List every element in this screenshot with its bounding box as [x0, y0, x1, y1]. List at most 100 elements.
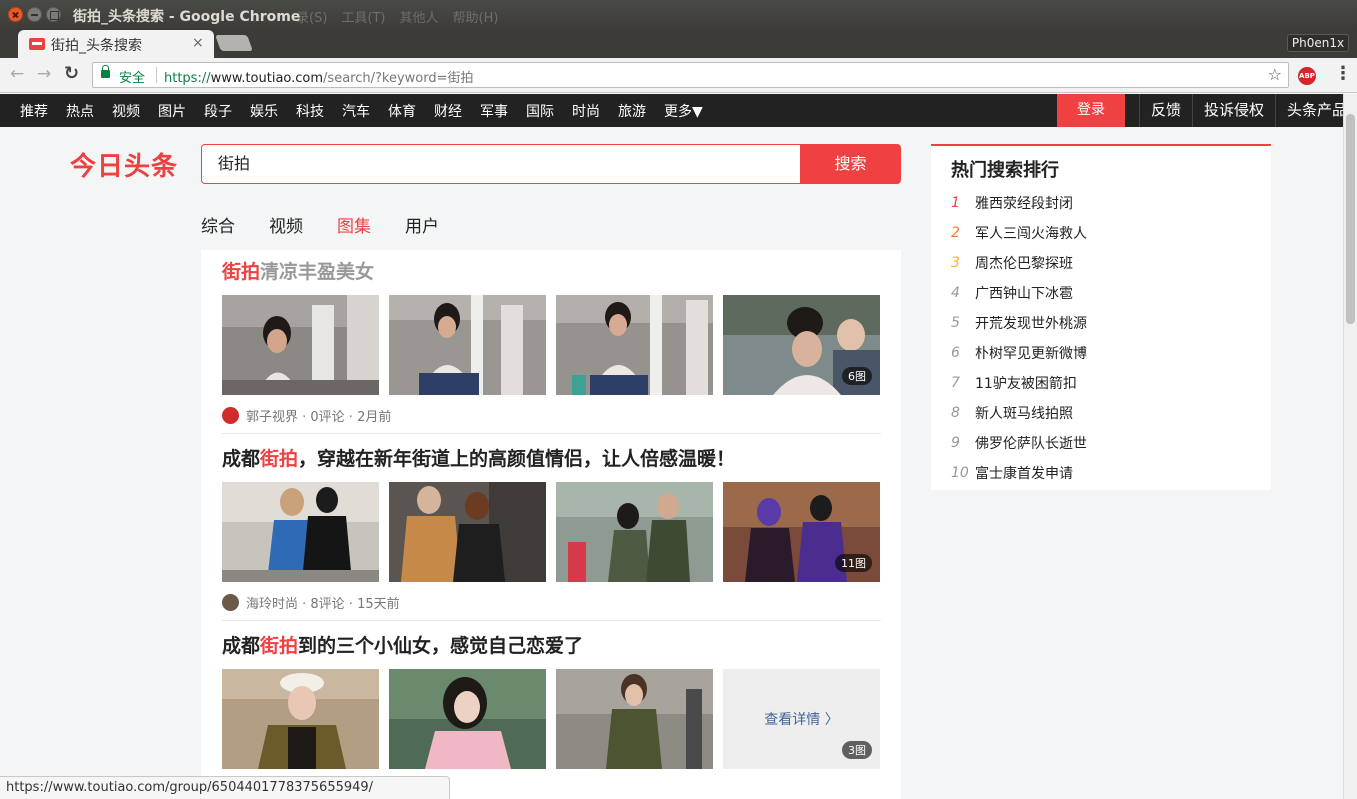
thumbnail-image[interactable]: 11图 — [723, 482, 880, 582]
url-path: /search/?keyword=街拍 — [323, 71, 474, 86]
thumbnail-image[interactable] — [556, 295, 713, 395]
title-prefix: 成都 — [222, 448, 261, 470]
hot-rank: 3 — [951, 255, 960, 271]
channel-item[interactable]: 国际 — [526, 101, 554, 121]
hot-search-item[interactable]: 1 雅西荥经段封闭 — [951, 188, 1251, 218]
channel-item[interactable]: 科技 — [296, 101, 324, 121]
search-button[interactable]: 搜索 — [800, 144, 901, 184]
title-highlight: 街拍 — [222, 261, 261, 283]
thumbnail-image[interactable] — [556, 669, 713, 769]
chrome-menu-icon[interactable]: ⋮ — [1334, 64, 1352, 84]
result-divider — [222, 433, 881, 434]
title-highlight: 街拍 — [260, 448, 299, 470]
hot-search-panel: 热门搜索排行 1 雅西荥经段封闭 2 军人三闯火海救人 3 周杰伦巴黎探班 4 广西钟山… — [931, 144, 1271, 490]
channel-item[interactable]: 体育 — [388, 101, 416, 121]
hot-search-item[interactable]: 8 新人斑马线拍照 — [951, 398, 1251, 428]
url-separator — [156, 67, 157, 83]
address-bar[interactable]: 安全 https://www.toutiao.com/search/?keywo… — [92, 62, 1289, 88]
hot-search-item[interactable]: 10 富士康首发申请 — [951, 458, 1251, 488]
window-minimize-button[interactable] — [27, 7, 42, 22]
search-input[interactable]: 街拍 — [201, 144, 801, 184]
avatar[interactable] — [222, 406, 239, 424]
login-button[interactable]: 登录 — [1057, 94, 1125, 127]
feedback-link[interactable]: 反馈 — [1139, 94, 1192, 127]
view-more-tile[interactable]: 查看详情 〉 3图 — [723, 669, 880, 769]
tab-gallery[interactable]: 图集 — [337, 212, 371, 237]
channel-list: 推荐 热点 视频 图片 段子 娱乐 科技 汽车 体育 财经 军事 国际 时尚 旅… — [20, 94, 721, 127]
title-rest: ，穿越在新年街道上的高颜值情侣，让人倍感温暖！ — [298, 448, 736, 470]
channel-item[interactable]: 图片 — [158, 101, 186, 121]
hot-rank: 8 — [951, 405, 960, 421]
new-tab-button[interactable] — [215, 35, 253, 51]
tab-all[interactable]: 综合 — [201, 212, 235, 237]
avatar[interactable] — [222, 593, 239, 611]
channel-item[interactable]: 汽车 — [342, 101, 370, 121]
ghost-menu-item: 工具(T) — [341, 11, 386, 26]
tab-video[interactable]: 视频 — [269, 212, 303, 237]
lock-icon — [101, 65, 110, 78]
results-panel: 街拍清凉丰盈美女 6图 郭子视界 · 0评论 · 2月前 成都街拍，穿越在新年街… — [201, 250, 901, 799]
channel-item[interactable]: 时尚 — [572, 101, 600, 121]
toutiao-favicon-icon — [29, 38, 45, 50]
result-divider — [222, 620, 881, 621]
forward-arrow-icon[interactable]: → — [37, 64, 51, 84]
result-meta: 郭子视界 · 0评论 · 2月前 — [222, 406, 881, 425]
profile-button[interactable]: Ph0en1x — [1287, 34, 1349, 52]
result-title[interactable]: 街拍清凉丰盈美女 — [222, 259, 881, 285]
tab-users[interactable]: 用户 — [405, 212, 439, 237]
thumbnail-image[interactable]: 6图 — [723, 295, 880, 395]
thumbnail-image[interactable] — [389, 482, 546, 582]
result-title[interactable]: 成都街拍到的三个小仙女，感觉自己恋爱了 — [222, 633, 881, 659]
hot-search-title: 热门搜索排行 — [951, 160, 1059, 181]
channel-item[interactable]: 热点 — [66, 101, 94, 121]
thumbnail-image[interactable] — [222, 482, 379, 582]
thumbnail-image[interactable] — [222, 669, 379, 769]
window-maximize-button[interactable] — [46, 7, 61, 22]
thumbnail-image[interactable] — [556, 482, 713, 582]
channel-item[interactable]: 娱乐 — [250, 101, 278, 121]
title-rest: 到的三个小仙女，感觉自己恋爱了 — [298, 635, 584, 657]
hot-search-item[interactable]: 2 军人三闯火海救人 — [951, 218, 1251, 248]
hot-search-item[interactable]: 3 周杰伦巴黎探班 — [951, 248, 1251, 278]
thumbnail-image[interactable] — [222, 295, 379, 395]
ghost-menu: 录(S) 工具(T) 其他人 帮助(H) — [296, 7, 512, 26]
hot-text: 佛罗伦萨队长逝世 — [975, 436, 1087, 452]
hot-search-item[interactable]: 5 开荒发现世外桃源 — [951, 308, 1251, 338]
reload-icon[interactable]: ↻ — [64, 63, 79, 84]
hot-search-item[interactable]: 7 11驴友被困箭扣 — [951, 368, 1251, 398]
browser-toolbar: ← → ↻ 安全 https://www.toutiao.com/search/… — [0, 58, 1357, 93]
channel-more[interactable]: 更多▼ — [664, 101, 703, 121]
hot-rank: 4 — [951, 285, 960, 301]
channel-item[interactable]: 财经 — [434, 101, 462, 121]
channel-item[interactable]: 推荐 — [20, 101, 48, 121]
url-host: www.toutiao.com — [210, 71, 324, 86]
bookmark-star-icon[interactable]: ☆ — [1268, 65, 1282, 84]
report-link[interactable]: 投诉侵权 — [1192, 94, 1275, 127]
page-scrollbar[interactable] — [1343, 94, 1357, 799]
channel-item[interactable]: 旅游 — [618, 101, 646, 121]
hot-rank: 2 — [951, 225, 960, 241]
tab-close-icon[interactable]: × — [192, 35, 204, 51]
site-nav: 推荐 热点 视频 图片 段子 娱乐 科技 汽车 体育 财经 军事 国际 时尚 旅… — [0, 94, 1357, 127]
window-close-button[interactable] — [8, 7, 23, 22]
thumbnail-image[interactable] — [389, 295, 546, 395]
result-title[interactable]: 成都街拍，穿越在新年街道上的高颜值情侣，让人倍感温暖！ — [222, 446, 881, 472]
browser-tab[interactable]: 街拍_头条搜索 × — [18, 30, 214, 58]
result-item: 成都街拍到的三个小仙女，感觉自己恋爱了 查看详情 〉 3图 — [222, 633, 881, 769]
url-text[interactable]: https://www.toutiao.com/search/?keyword=… — [164, 67, 474, 86]
scrollbar-thumb[interactable] — [1346, 114, 1355, 324]
image-count-badge: 3图 — [842, 741, 872, 759]
channel-item[interactable]: 段子 — [204, 101, 232, 121]
thumbnail-image[interactable] — [389, 669, 546, 769]
toutiao-logo[interactable]: 今日头条 — [70, 146, 178, 183]
hot-search-item[interactable]: 4 广西钟山下冰雹 — [951, 278, 1251, 308]
hot-search-item[interactable]: 6 朴树罕见更新微博 — [951, 338, 1251, 368]
hot-search-item[interactable]: 9 佛罗伦萨队长逝世 — [951, 428, 1251, 458]
view-details-link[interactable]: 查看详情 〉 — [723, 709, 880, 729]
channel-item[interactable]: 视频 — [112, 101, 140, 121]
adblock-plus-icon[interactable]: ABP — [1298, 67, 1316, 85]
channel-more-label: 更多 — [664, 103, 692, 120]
channel-item[interactable]: 军事 — [480, 101, 508, 121]
back-arrow-icon[interactable]: ← — [10, 64, 24, 84]
hot-rank: 1 — [951, 195, 960, 211]
